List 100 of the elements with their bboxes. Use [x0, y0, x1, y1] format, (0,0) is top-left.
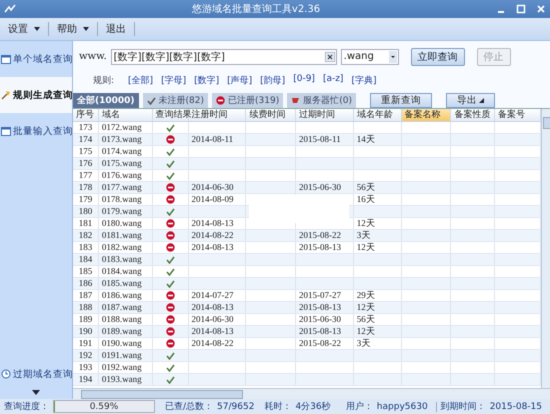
sidebar-item[interactable]: 单个域名查询: [0, 41, 72, 77]
table-cell: 0189.wang: [98, 326, 153, 337]
www-prefix: www.: [79, 51, 107, 62]
vertical-scrollbar[interactable]: [541, 109, 550, 388]
window-icon: [1, 54, 11, 64]
table-cell: 185: [73, 266, 99, 277]
sidebar-item[interactable]: 规则生成查询: [0, 77, 72, 113]
rule-link[interactable]: [a-z]: [322, 74, 344, 86]
column-header[interactable]: 续费时间: [246, 109, 296, 121]
table-cell: 0186.wang: [98, 290, 153, 301]
table-cell: 175: [73, 146, 99, 157]
column-header[interactable]: 备案性质: [451, 109, 496, 121]
stop-icon: [216, 96, 226, 105]
table-cell: 2014-08-13: [192, 302, 234, 313]
table-cell: 0187.wang: [98, 302, 153, 313]
caret-icon[interactable]: [34, 27, 40, 31]
time-value: 4分36秒: [295, 400, 331, 413]
table-cell: 0182.wang: [98, 242, 153, 253]
menu-item[interactable]: 设置: [8, 22, 28, 36]
table-cell: 0191.wang: [98, 350, 153, 361]
table-cell: 174: [73, 134, 99, 145]
table-cell: 186: [73, 278, 99, 289]
table-cell: 2015-08-22: [299, 338, 342, 349]
table-cell: 0179.wang: [98, 206, 153, 217]
table-cell: 178: [73, 182, 99, 193]
check-icon: [146, 96, 156, 104]
table-cell: 0178.wang: [98, 194, 153, 205]
table-cell: 3天: [356, 230, 370, 241]
expiry-value: 2015-08-15: [490, 402, 542, 412]
sidebar-item[interactable]: 批量输入查询: [0, 113, 72, 149]
window-title: 悠游域名批量查询工具v2.36: [190, 2, 322, 16]
time-label: 耗时：: [264, 400, 292, 413]
table-cell: 2014-08-22: [192, 338, 234, 349]
table-cell: 179: [73, 194, 99, 205]
caret-icon: [388, 50, 397, 62]
table-cell: 3天: [356, 338, 370, 349]
clear-icon[interactable]: [324, 52, 335, 62]
check-icon: [166, 124, 175, 132]
user-label: 用户：: [346, 400, 373, 413]
table-cell: 0174.wang: [98, 146, 153, 157]
stop-icon: [166, 339, 175, 348]
stop-icon: [166, 291, 175, 300]
stop-icon: [166, 327, 175, 336]
rule-link[interactable]: [0-9]: [293, 74, 315, 86]
maximize-icon[interactable]: [516, 4, 526, 14]
scroll-down-icon[interactable]: [32, 390, 40, 395]
table-cell: 0192.wang: [98, 362, 153, 373]
menu-item[interactable]: 帮助: [57, 22, 77, 36]
table-cell: 184: [73, 254, 99, 265]
column-header[interactable]: 备案名称: [402, 109, 452, 121]
table-cell: 173: [73, 122, 99, 133]
table-cell: 2015-06-30: [299, 314, 342, 325]
rule-link[interactable]: [声母]: [227, 74, 252, 86]
table-cell: 0190.wang: [98, 338, 153, 349]
table-cell: 189: [73, 314, 99, 325]
table-cell: 0193.wang: [98, 374, 153, 385]
caret-icon[interactable]: [478, 98, 484, 103]
table-cell: 190: [73, 326, 99, 337]
table-cell: 2014-08-13: [192, 242, 234, 253]
close-icon[interactable]: [536, 4, 546, 14]
table-cell: 193: [73, 362, 99, 373]
stop-icon: [166, 219, 175, 228]
column-header[interactable]: 序号: [73, 109, 99, 121]
table-cell: 12天: [356, 326, 375, 337]
table-cell: 16天: [356, 194, 375, 205]
table-cell: 2014-07-27: [192, 290, 234, 301]
count-value: 57/9652: [217, 402, 254, 412]
query-button[interactable]: 立即查询: [410, 48, 465, 66]
rule-link[interactable]: [韵母]: [260, 74, 286, 86]
table-cell: 2015-07-27: [299, 290, 342, 301]
table-cell: 56天: [356, 182, 375, 193]
window-icon: [1, 126, 11, 136]
table-cell: 191: [73, 338, 99, 349]
column-header[interactable]: 域名: [98, 109, 153, 121]
caret-icon[interactable]: [83, 27, 89, 31]
table-cell: 2014-06-30: [192, 182, 234, 193]
sidebar-item[interactable]: 过期域名查询: [0, 362, 72, 386]
table-cell: 0175.wang: [98, 158, 153, 169]
table-cell: 0180.wang: [98, 218, 153, 229]
table-cell: 2014-08-13: [192, 326, 234, 337]
rule-link[interactable]: [全部]: [128, 74, 154, 86]
suffix-dropdown[interactable]: .wang: [340, 48, 399, 64]
table-cell: 2015-08-13: [299, 326, 342, 337]
progress-label: 查询进度：: [4, 400, 49, 413]
stop-icon: [166, 195, 175, 204]
menu-item[interactable]: 退出: [106, 22, 126, 36]
table-cell: 12天: [356, 218, 375, 229]
rule-link[interactable]: [字母]: [161, 74, 186, 86]
table-cell: 0181.wang: [98, 230, 153, 241]
rule-link[interactable]: [字典]: [351, 74, 376, 86]
horizontal-scrollbar[interactable]: [73, 388, 550, 399]
column-header[interactable]: 过期时间: [296, 109, 354, 121]
table-cell: 0177.wang: [98, 182, 153, 193]
user-value: happy5630: [376, 402, 428, 412]
rule-link[interactable]: [数字]: [194, 74, 220, 86]
pattern-field[interactable]: [数字][数字][数字][数字]: [110, 48, 337, 64]
column-header[interactable]: 查询结果: [152, 109, 189, 121]
table-cell: 12天: [356, 242, 375, 253]
stop-icon: [166, 243, 175, 252]
table-cell: 181: [73, 218, 99, 229]
